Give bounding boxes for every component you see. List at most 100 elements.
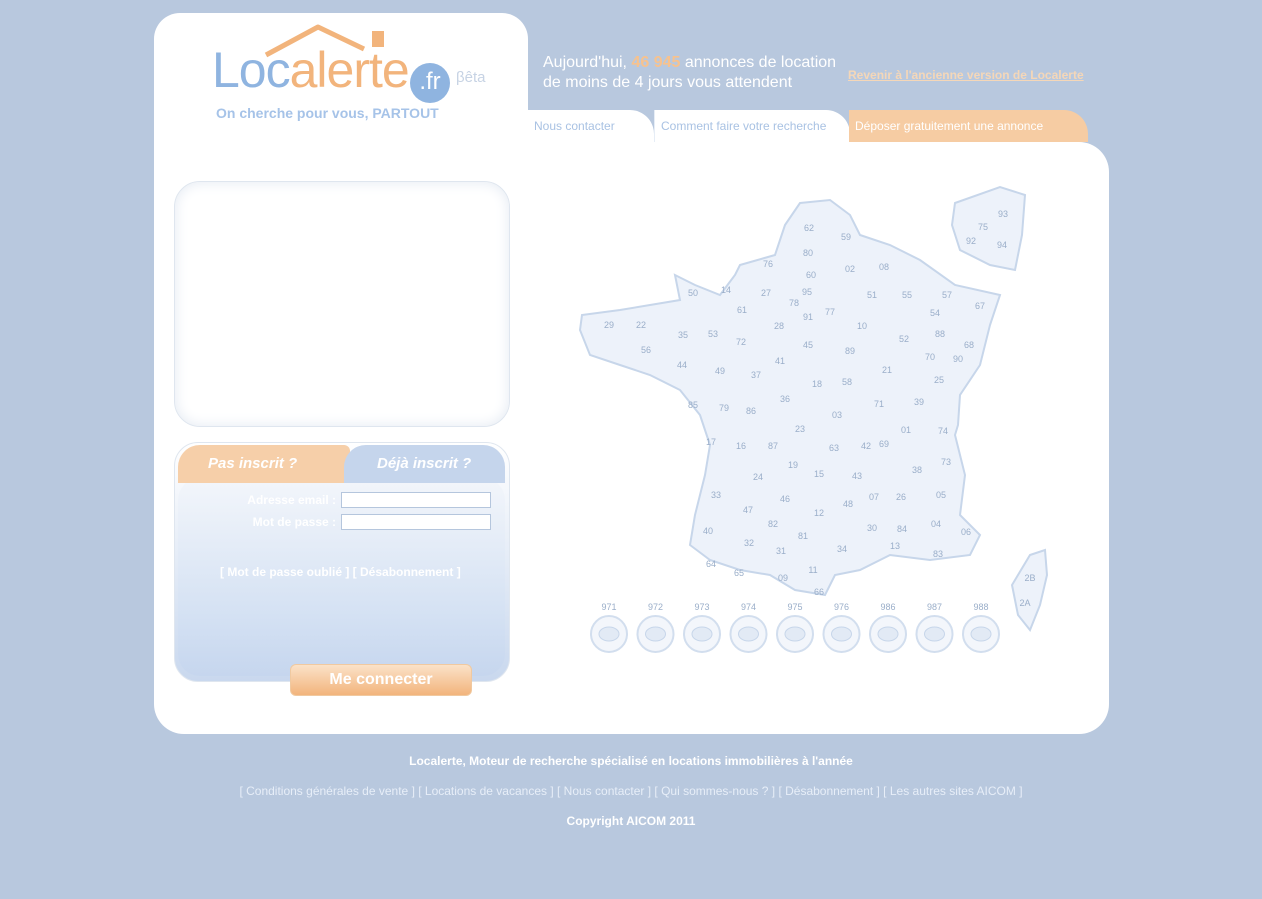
department-86[interactable]: 86 (746, 406, 756, 416)
department-29[interactable]: 29 (604, 320, 614, 330)
password-field[interactable] (341, 514, 491, 530)
tab-how-to-search[interactable]: Comment faire votre recherche (654, 110, 850, 142)
department-70[interactable]: 70 (925, 352, 935, 362)
department-02[interactable]: 02 (845, 264, 855, 274)
overseas-986[interactable]: 986 (869, 602, 907, 653)
department-08[interactable]: 08 (879, 262, 889, 272)
tab-registered[interactable]: Déjà inscrit ? (344, 445, 505, 483)
connect-button[interactable]: Me connecter (290, 664, 472, 696)
department-2B[interactable]: 2B (1024, 573, 1035, 583)
department-16[interactable]: 16 (736, 441, 746, 451)
department-01[interactable]: 01 (901, 425, 911, 435)
department-65[interactable]: 65 (734, 568, 744, 578)
department-68[interactable]: 68 (964, 340, 974, 350)
department-06[interactable]: 06 (961, 527, 971, 537)
footer-link-about[interactable]: Qui sommes-nous ? (661, 784, 768, 798)
department-92[interactable]: 92 (966, 236, 976, 246)
department-12[interactable]: 12 (814, 508, 824, 518)
department-71[interactable]: 71 (874, 399, 884, 409)
footer-link-cgv[interactable]: Conditions générales de vente (246, 784, 408, 798)
department-85[interactable]: 85 (688, 400, 698, 410)
department-24[interactable]: 24 (753, 472, 763, 482)
department-36[interactable]: 36 (780, 394, 790, 404)
department-46[interactable]: 46 (780, 494, 790, 504)
france-department-map[interactable]: 62 59 80 76 02 08 60 14 50 27 95 61 78 91 77 51 55 57 67 54… (560, 175, 1070, 665)
department-64[interactable]: 64 (706, 559, 716, 569)
department-15[interactable]: 15 (814, 469, 824, 479)
department-07[interactable]: 07 (869, 492, 879, 502)
department-37[interactable]: 37 (751, 370, 761, 380)
footer-link-unsubscribe[interactable]: Désabonnement (785, 784, 873, 798)
department-34[interactable]: 34 (837, 544, 847, 554)
department-51[interactable]: 51 (867, 290, 877, 300)
department-31[interactable]: 31 (776, 546, 786, 556)
overseas-976[interactable]: 976 (822, 602, 861, 653)
department-57[interactable]: 57 (942, 290, 952, 300)
footer-link-vacation[interactable]: Locations de vacances (425, 784, 547, 798)
department-74[interactable]: 74 (938, 426, 948, 436)
department-83[interactable]: 83 (933, 549, 943, 559)
department-13[interactable]: 13 (890, 541, 900, 551)
overseas-972[interactable]: 972 (636, 602, 675, 653)
department-43[interactable]: 43 (852, 471, 862, 481)
department-67[interactable]: 67 (975, 301, 985, 311)
department-33[interactable]: 33 (711, 490, 721, 500)
department-42[interactable]: 42 (861, 441, 871, 451)
department-60[interactable]: 60 (806, 270, 816, 280)
department-66[interactable]: 66 (814, 587, 824, 597)
tab-not-registered[interactable]: Pas inscrit ? (178, 445, 350, 483)
department-53[interactable]: 53 (708, 329, 718, 339)
department-27[interactable]: 27 (761, 288, 771, 298)
overseas-987[interactable]: 987 (915, 602, 954, 653)
overseas-975[interactable]: 975 (776, 602, 814, 653)
department-89[interactable]: 89 (845, 346, 855, 356)
department-04[interactable]: 04 (931, 519, 941, 529)
department-72[interactable]: 72 (736, 337, 746, 347)
department-93[interactable]: 93 (998, 209, 1008, 219)
department-61[interactable]: 61 (737, 305, 747, 315)
department-76[interactable]: 76 (763, 259, 773, 269)
department-09[interactable]: 09 (778, 573, 788, 583)
department-84[interactable]: 84 (897, 524, 907, 534)
department-79[interactable]: 79 (719, 403, 729, 413)
department-39[interactable]: 39 (914, 397, 924, 407)
overseas-973[interactable]: 973 (683, 602, 721, 653)
department-69[interactable]: 69 (879, 439, 889, 449)
overseas-971[interactable]: 971 (590, 602, 628, 653)
department-88[interactable]: 88 (935, 329, 945, 339)
tab-post-listing[interactable]: Déposer gratuitement une annonce (849, 110, 1088, 142)
department-38[interactable]: 38 (912, 465, 922, 475)
department-73[interactable]: 73 (941, 457, 951, 467)
logo[interactable]: Localerte (212, 41, 410, 99)
department-58[interactable]: 58 (842, 377, 852, 387)
department-22[interactable]: 22 (636, 320, 646, 330)
department-2A[interactable]: 2A (1019, 598, 1030, 608)
department-75[interactable]: 75 (978, 222, 988, 232)
department-10[interactable]: 10 (857, 321, 867, 331)
department-23[interactable]: 23 (795, 424, 805, 434)
department-32[interactable]: 32 (744, 538, 754, 548)
department-63[interactable]: 63 (829, 443, 839, 453)
department-30[interactable]: 30 (867, 523, 877, 533)
department-94[interactable]: 94 (997, 240, 1007, 250)
department-91[interactable]: 91 (803, 312, 813, 322)
department-52[interactable]: 52 (899, 334, 909, 344)
overseas-988[interactable]: 988 (962, 602, 1000, 653)
idf-inset-shape[interactable] (950, 185, 1027, 272)
department-05[interactable]: 05 (936, 490, 946, 500)
department-03[interactable]: 03 (832, 410, 842, 420)
email-field[interactable] (341, 492, 491, 508)
department-81[interactable]: 81 (798, 531, 808, 541)
department-82[interactable]: 82 (768, 519, 778, 529)
department-95[interactable]: 95 (802, 287, 812, 297)
department-59[interactable]: 59 (841, 232, 851, 242)
corsica-shape[interactable] (1010, 548, 1049, 632)
department-25[interactable]: 25 (934, 375, 944, 385)
department-48[interactable]: 48 (843, 499, 853, 509)
overseas-974[interactable]: 974 (729, 602, 768, 653)
department-90[interactable]: 90 (953, 354, 963, 364)
department-55[interactable]: 55 (902, 290, 912, 300)
department-78[interactable]: 78 (789, 298, 799, 308)
login-links[interactable]: [ Mot de passe oublié ] [ Désabonnement … (220, 565, 461, 579)
department-28[interactable]: 28 (774, 321, 784, 331)
